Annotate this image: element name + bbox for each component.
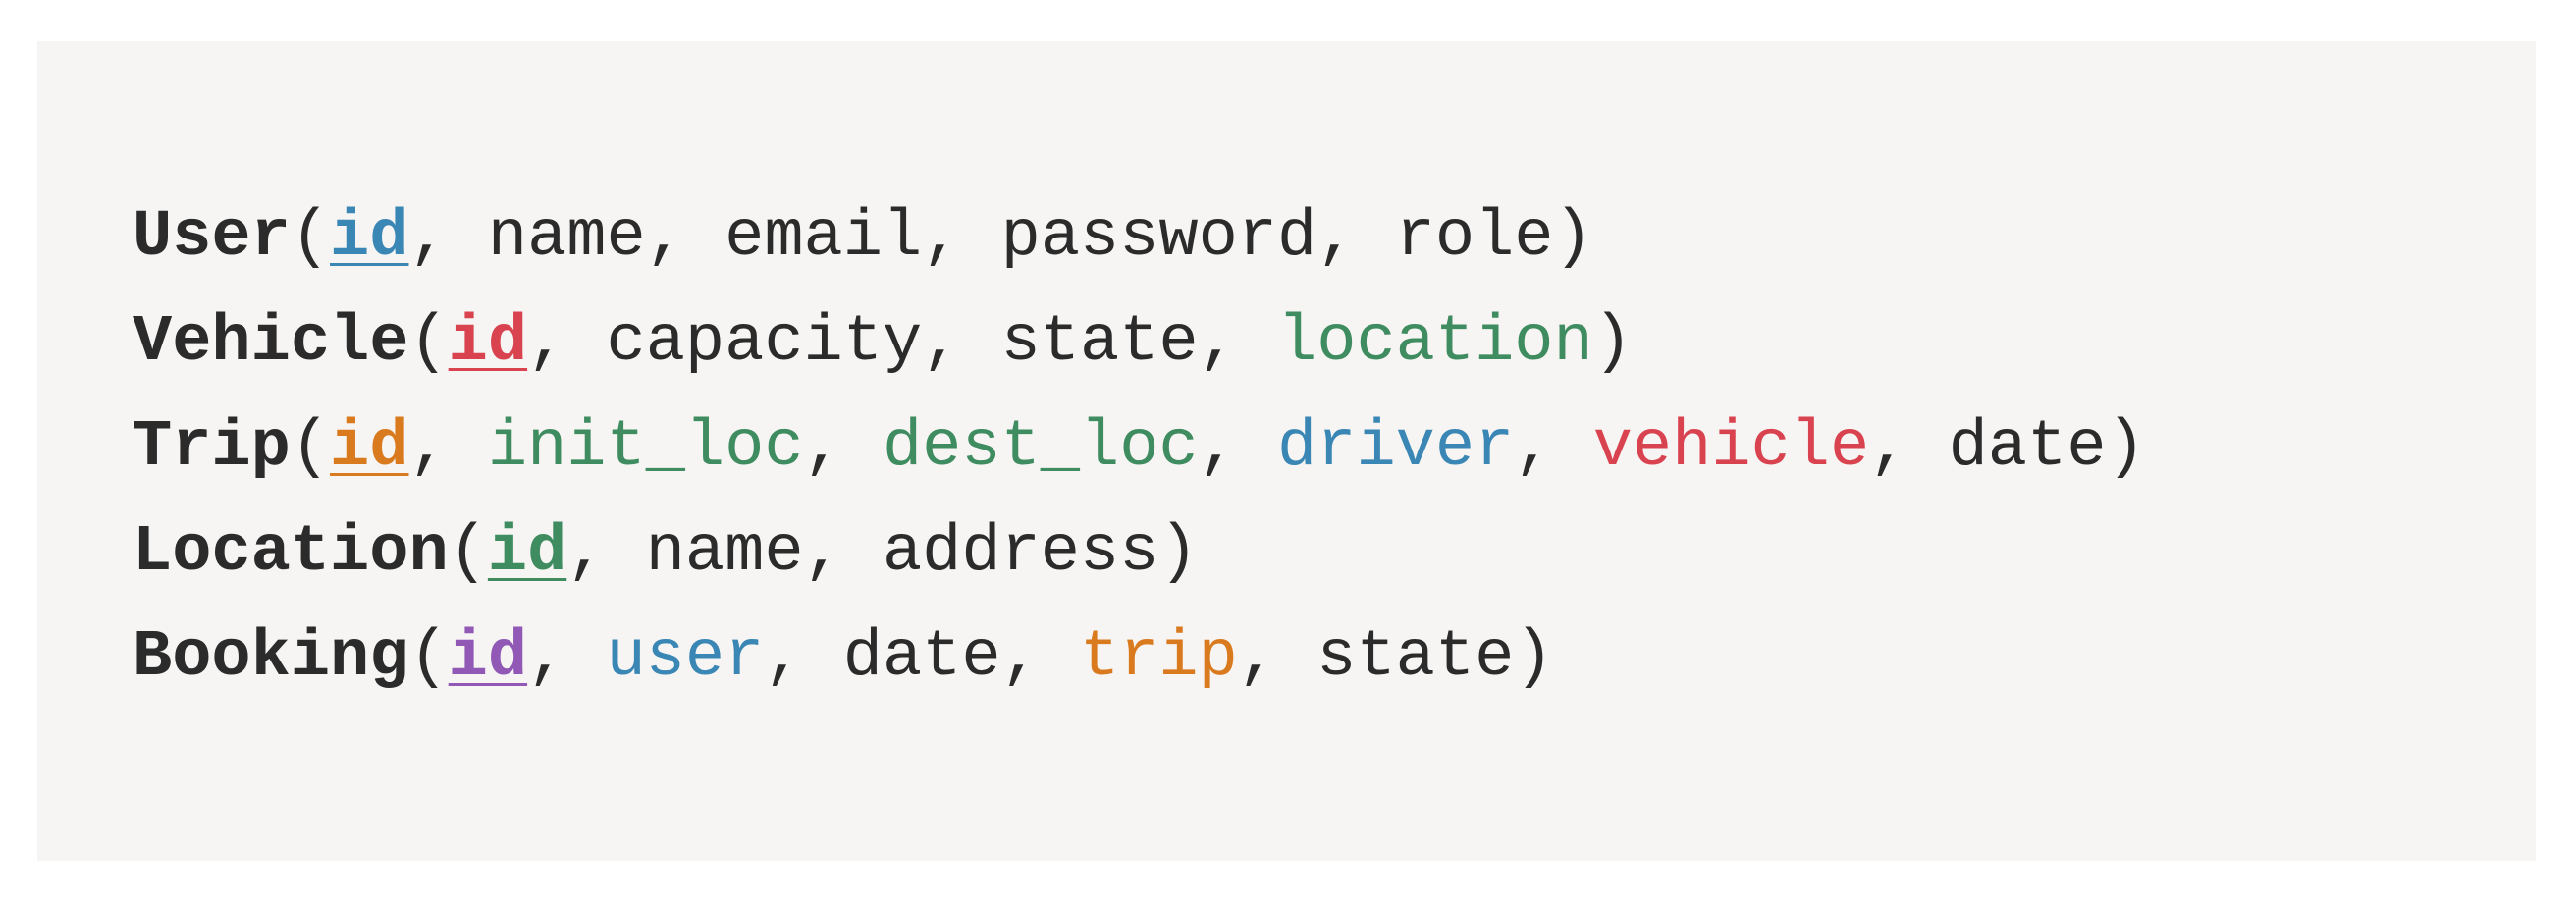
- attribute: date: [1948, 410, 2107, 485]
- separator: ,: [1869, 410, 1949, 485]
- schema-panel: User(id, name, email, password, role) Veh…: [37, 41, 2536, 861]
- relation-name: Booking: [133, 620, 409, 695]
- attribute: driver: [1277, 410, 1515, 485]
- open-paren: (: [408, 305, 449, 380]
- attribute: trip: [1080, 620, 1238, 695]
- separator: ,: [922, 305, 1001, 380]
- relation-booking: Booking(id, user, date, trip, state): [133, 606, 2146, 711]
- close-paren: ): [1592, 305, 1633, 380]
- open-paren: (: [448, 515, 488, 590]
- attribute: date: [842, 620, 1001, 695]
- attribute: init_loc: [487, 410, 804, 485]
- separator: ,: [645, 200, 725, 275]
- primary-key-attribute: id: [448, 305, 528, 380]
- attribute: state: [1316, 620, 1515, 695]
- separator: ,: [1198, 305, 1278, 380]
- attribute: role: [1395, 200, 1554, 275]
- relation-trip: Trip(id, init_loc, dest_loc, driver, veh…: [133, 396, 2146, 501]
- separator: ,: [1198, 410, 1278, 485]
- relation-location: Location(id, name, address): [133, 501, 2146, 606]
- separator: ,: [803, 515, 883, 590]
- relation-name: User: [133, 200, 291, 275]
- relational-schema: User(id, name, email, password, role) Veh…: [133, 185, 2146, 711]
- attribute: state: [1000, 305, 1199, 380]
- open-paren: (: [408, 620, 449, 695]
- attribute: name: [645, 515, 804, 590]
- close-paren: ): [1158, 515, 1199, 590]
- separator: ,: [408, 410, 488, 485]
- separator: ,: [527, 305, 607, 380]
- attribute: password: [1000, 200, 1317, 275]
- relation-name: Location: [133, 515, 449, 590]
- close-paren: ): [1553, 200, 1593, 275]
- separator: ,: [922, 200, 1001, 275]
- attribute: address: [882, 515, 1159, 590]
- separator: ,: [408, 200, 488, 275]
- close-paren: ): [1514, 620, 1554, 695]
- primary-key-attribute: id: [487, 515, 567, 590]
- attribute: location: [1277, 305, 1593, 380]
- primary-key-attribute: id: [330, 410, 409, 485]
- primary-key-attribute: id: [330, 200, 409, 275]
- open-paren: (: [290, 200, 331, 275]
- relation-name: Trip: [133, 410, 291, 485]
- open-paren: (: [290, 410, 331, 485]
- attribute: vehicle: [1592, 410, 1870, 485]
- attribute: email: [724, 200, 923, 275]
- separator: ,: [1514, 410, 1593, 485]
- close-paren: ): [2106, 410, 2146, 485]
- attribute: name: [487, 200, 646, 275]
- relation-name: Vehicle: [133, 305, 409, 380]
- primary-key-attribute: id: [448, 620, 528, 695]
- separator: ,: [527, 620, 607, 695]
- separator: ,: [803, 410, 883, 485]
- separator: ,: [566, 515, 646, 590]
- relation-user: User(id, name, email, password, role): [133, 185, 2146, 291]
- relation-vehicle: Vehicle(id, capacity, state, location): [133, 291, 2146, 396]
- separator: ,: [1000, 620, 1081, 695]
- attribute: capacity: [606, 305, 923, 380]
- separator: ,: [1237, 620, 1317, 695]
- separator: ,: [1316, 200, 1396, 275]
- attribute: user: [606, 620, 765, 695]
- separator: ,: [764, 620, 843, 695]
- attribute: dest_loc: [882, 410, 1199, 485]
